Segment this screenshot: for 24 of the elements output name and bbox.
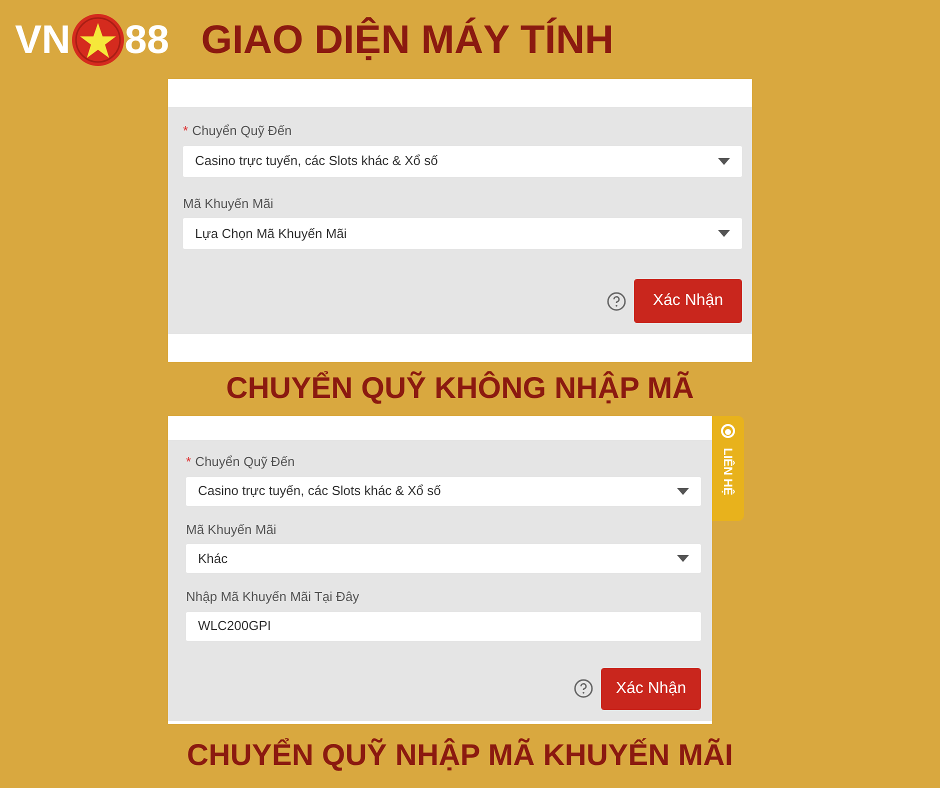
confirm-button[interactable]: Xác Nhận [601, 668, 701, 710]
section-caption: CHUYỂN QUỸ NHẬP MÃ KHUYẾN MÃI [186, 737, 734, 771]
field-label: Mã Khuyến Mãi [186, 520, 276, 539]
caret-icon [677, 555, 689, 562]
logo: VN 88 [15, 12, 170, 66]
required-mark: * [186, 453, 192, 471]
input-field[interactable]: WLC200GPI [186, 612, 701, 640]
help-icon[interactable] [607, 292, 626, 310]
dropdown-field[interactable]: Lựa Chọn Mã Khuyến Mãi [183, 218, 742, 249]
required-mark: * [183, 122, 188, 140]
field-label: Chuyển Quỹ Đến [195, 453, 295, 471]
field-label: Chuyển Quỹ Đến [192, 122, 292, 140]
section-caption: CHUYỂN QUỸ KHÔNG NHẬP MÃ [225, 370, 695, 407]
field-label: Mã Khuyến Mãi [183, 194, 274, 213]
dropdown-field[interactable]: Khác [186, 544, 701, 573]
caret-icon [718, 158, 730, 164]
caret-icon [677, 488, 689, 494]
caret-icon [718, 230, 730, 237]
dropdown-field[interactable]: Casino trực tuyến, các Slots khác & Xổ số [183, 146, 742, 176]
page-title: GIAO DIỆN MÁY TÍNH [201, 20, 614, 60]
field-label: Nhập Mã Khuyến Mãi Tại Đây [186, 588, 360, 606]
help-icon[interactable] [574, 679, 593, 698]
dropdown-field[interactable]: Casino trực tuyến, các Slots khác & Xổ số [186, 476, 701, 506]
confirm-button[interactable]: Xác Nhận [634, 279, 742, 323]
